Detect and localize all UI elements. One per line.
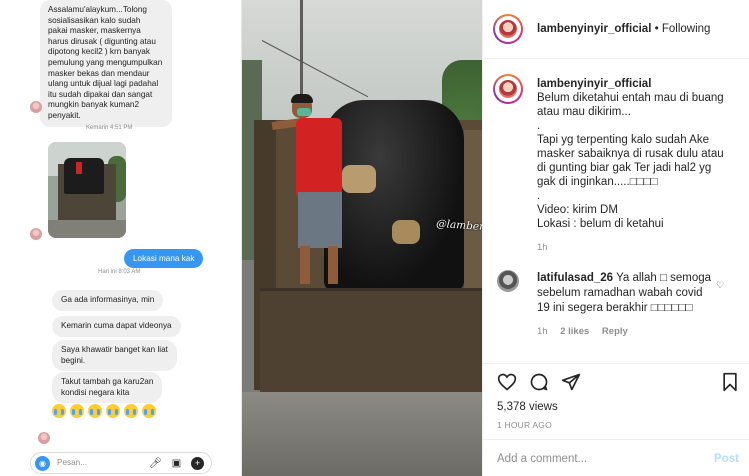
message-line: Saya khawatir banget kan liat [61,345,168,354]
post-header: lambenyinyir_official • Following [537,23,710,35]
crying-emoji-icon [142,404,156,418]
message-line: masker bekas dan mendaur [48,68,150,78]
person-figure [296,118,342,196]
message-line: penyakit. [48,110,81,120]
view-count[interactable]: 5,378 views [497,401,558,413]
shared-photo-thumbnail[interactable] [48,142,126,238]
caption-line: Video: kirim DM [537,204,618,216]
incoming-message-bubble: Assalamu'alaykum...Tolong sosialisasikan… [40,0,172,127]
outgoing-message-bubble: Lokasi mana kak [124,249,204,268]
sender-avatar [30,101,42,113]
username-link[interactable]: lambenyinyir_official [537,23,651,35]
camera-icon[interactable]: ◉ [35,456,50,471]
caption-avatar[interactable] [493,74,523,104]
message-line: pakai masker, maskernya [48,26,141,36]
message-line: pemulung yang mengumpulkan [48,57,163,67]
profile-avatar[interactable] [493,14,523,44]
post-timestamp: 1 HOUR AGO [497,420,552,430]
microphone-icon[interactable]: 🎤︎ [149,457,162,470]
caption-line: masker sabaiknya di rusak dulu atau [537,148,724,160]
crying-emoji-icon [124,404,138,418]
post-video[interactable]: @lambenyinyir_official [242,0,482,476]
message-line: dipotong kecil2 ) krn banyak [48,47,150,57]
post-panel: lambenyinyir_official • Following lamben… [482,0,749,476]
incoming-message-bubble: Ga ada informasinya, min [52,290,164,311]
heart-icon[interactable] [497,372,517,392]
caption-line: Tapi yg terpenting kalo sudah Ake [537,134,709,146]
divider [483,58,749,59]
caption-line: di gunting biar gak Ter jadi hal2 yg [537,162,712,174]
comment-line: sebelum ramadhan wabah covid [537,287,703,299]
garbage-bags [324,100,464,290]
divider [483,363,749,364]
caption-line: Belum diketahui entah mau di buang [537,92,724,104]
sender-avatar [38,432,50,444]
post-comment-button[interactable]: Post [714,453,739,465]
add-comment-input[interactable]: Add a comment... [497,453,587,465]
caption-line: . [537,190,541,202]
commenter-avatar[interactable] [497,270,519,292]
crying-emoji-icon [52,404,66,418]
crying-emoji-icon [88,404,102,418]
caption-timestamp: 1h [537,242,548,253]
bookmark-icon[interactable] [720,372,740,392]
comment-meta: 1h 2 likes Reply [537,326,638,337]
plus-icon[interactable]: + [191,457,204,470]
reply-button[interactable]: Reply [602,326,628,337]
emoji-reactions [52,404,182,421]
following-button[interactable]: Following [662,23,711,35]
message-line: kondisi negara kita [61,387,130,397]
message-line: Kemarin cuma dapat videonya [61,321,172,330]
separator-dot: • [654,23,659,35]
divider [483,439,749,440]
comment-line: 19 ini segera berakhir □□□□□□ [537,302,693,314]
comment-like-icon[interactable]: ♡ [716,280,724,291]
comment-likes-link[interactable]: 2 likes [560,326,589,337]
caption-line: atau mau dikirim... [537,106,631,118]
crying-emoji-icon [70,404,84,418]
caption-line: Lokasi : belum di ketahui [537,218,664,230]
comment-text: Ya allah □ semoga [616,272,712,284]
caption-line: . [537,120,541,132]
message-line: harus dirusak ( digunting atau [48,36,156,46]
incoming-message-bubble: Takut tambah ga karu2an kondisi negara k… [52,372,163,404]
crying-emoji-icon [106,404,120,418]
image-icon[interactable]: ▣ [170,457,183,470]
message-line: Ga ada informasinya, min [61,295,155,304]
message-line: begini. [61,355,86,365]
message-line: sosialisasikan kalo sudah [48,15,141,25]
message-composer[interactable]: ◉ Pesan... 🎤︎ ▣ + [30,452,212,474]
comment-line: latifulasad_26 Ya allah □ semoga [537,272,711,284]
caption-line: gak di inginkan.....□□□□ [537,176,658,188]
message-line: ulang untuk dijual lagi padahal [48,79,159,89]
message-line: Takut tambah ga karu2an [61,377,154,386]
incoming-message-bubble: Saya khawatir banget kan liat begini. [52,340,177,372]
share-icon[interactable] [561,372,581,392]
chat-timestamp: Hari ini 8:03 AM [98,269,141,275]
message-line: itu sudah dipakai dan sangat [48,89,153,99]
incoming-message-bubble: Kemarin cuma dapat videonya [52,316,181,337]
chat-timestamp: Kemarin 4:51 PM [86,125,133,131]
comment-icon[interactable] [529,372,549,392]
caption-username[interactable]: lambenyinyir_official [537,78,651,90]
message-line: mungkin banyak kuman2 [48,100,140,110]
comment-timestamp: 1h [537,326,548,337]
message-line: Assalamu'alaykum...Tolong [48,5,147,14]
chat-screenshot: Assalamu'alaykum...Tolong sosialisasikan… [0,0,242,476]
commenter-username[interactable]: latifulasad_26 [537,272,613,284]
message-input[interactable]: Pesan... [57,458,87,467]
caption-line: . [646,78,650,90]
sender-avatar [30,228,42,240]
